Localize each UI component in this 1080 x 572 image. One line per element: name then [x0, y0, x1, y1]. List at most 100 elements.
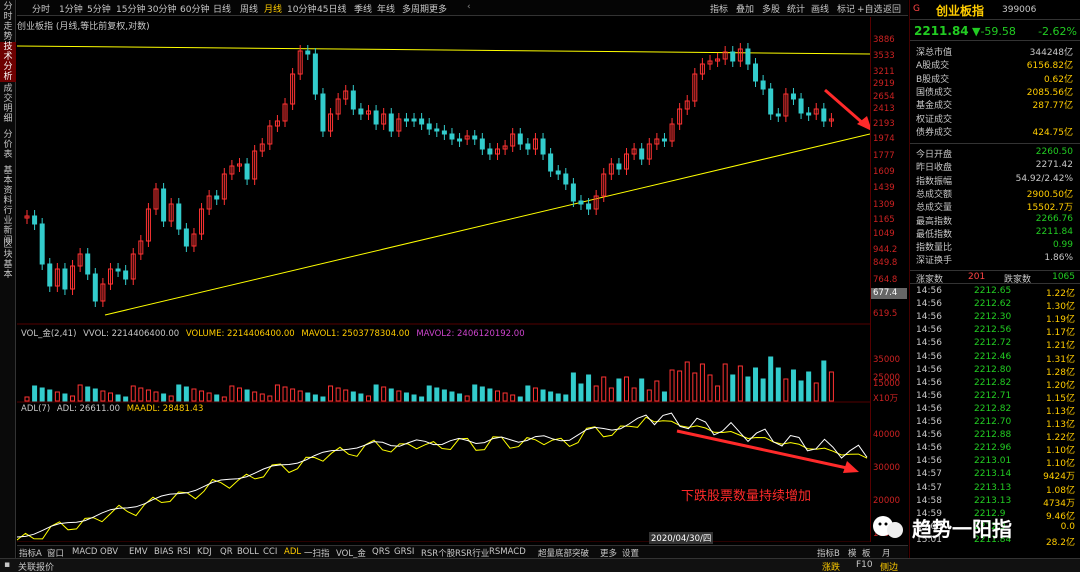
candle-body: [320, 93, 326, 132]
indicator-tab-11[interactable]: ADL: [284, 547, 301, 557]
quote-row: 最高指数 2266.76: [910, 214, 1080, 227]
indicator-tab-18[interactable]: RSMACD: [489, 547, 526, 557]
quote-row-label: A股成交: [916, 61, 950, 72]
indicator-tab-2[interactable]: MACD: [72, 547, 97, 557]
sidebar-item-2[interactable]: 成交明细: [0, 84, 16, 128]
volume-bar: [199, 390, 205, 402]
volume-bar: [760, 378, 766, 402]
tick-row: 14:56 2212.65 1.22亿: [910, 286, 1080, 299]
period-10[interactable]: 45日线: [317, 2, 346, 15]
volume-bar: [236, 387, 242, 402]
quote-row: 最低指数 2211.84: [910, 227, 1080, 240]
volume-bar: [312, 394, 318, 402]
volume-bar: [320, 396, 326, 402]
status-side[interactable]: 侧边: [880, 560, 898, 572]
quote-row: 昨日收盘 2271.42: [910, 160, 1080, 173]
candle-body: [540, 138, 546, 155]
tool-7[interactable]: 返回: [883, 2, 901, 15]
volume-bar: [343, 389, 349, 402]
period-13[interactable]: 多周期: [402, 2, 429, 15]
indicator-tab-14[interactable]: QRS: [372, 547, 390, 557]
volume-bar: [229, 385, 235, 402]
tool-6[interactable]: +自选: [857, 2, 883, 15]
period-12[interactable]: 年线: [377, 2, 395, 15]
volume-bar: [798, 380, 804, 402]
index-code: 399006: [1002, 5, 1037, 15]
indicator-tab-6[interactable]: RSI: [177, 547, 191, 557]
volume-bar: [176, 384, 182, 402]
volume-bar: [153, 391, 159, 402]
price-tick: 1439: [873, 183, 895, 193]
indicator-tab-4[interactable]: EMV: [129, 547, 148, 557]
chart-area[interactable]: 创业板指 (月线,等比前复权,对数) VOL_金(2,41) VVOL: 221…: [17, 17, 870, 561]
tool-1[interactable]: 叠加: [736, 2, 754, 15]
tool-0[interactable]: 指标: [710, 2, 728, 15]
candle-body: [403, 118, 409, 122]
period-11[interactable]: 季线: [354, 2, 372, 15]
candle-body: [768, 88, 774, 115]
quote-row-label: 债券成交: [916, 127, 953, 138]
period-6[interactable]: 日线: [213, 2, 231, 15]
status-change[interactable]: 涨跌: [822, 560, 840, 572]
tick-volume: 1.10亿: [1045, 459, 1075, 470]
candle-body: [32, 215, 38, 225]
tool-3[interactable]: 统计: [787, 2, 805, 15]
indicator-tab-9[interactable]: BOLL: [237, 547, 259, 557]
tick-price: 2212.80: [974, 364, 1012, 375]
period-7[interactable]: 周线: [240, 2, 258, 15]
period-9[interactable]: 10分钟: [287, 2, 316, 15]
period-2[interactable]: 5分钟: [87, 2, 111, 15]
tick-time: 14:56: [916, 456, 942, 467]
quote-row: A股成交 6156.82亿: [910, 58, 1080, 71]
volume-bar: [328, 385, 334, 402]
sidebar-item-6[interactable]: 区块基本: [0, 240, 16, 280]
period-0[interactable]: 分时: [32, 2, 50, 15]
volume-bar: [578, 383, 584, 402]
tool-2[interactable]: 多股: [762, 2, 780, 15]
volume-bar: [570, 372, 576, 402]
volume-bar: [115, 394, 121, 402]
chevron-left-icon[interactable]: ‹: [467, 2, 471, 12]
price-tick: 3533: [873, 51, 895, 61]
candle-body: [821, 108, 827, 122]
kline-chart[interactable]: [17, 17, 870, 542]
tool-5[interactable]: 标记: [837, 2, 855, 15]
indicator-tab-5[interactable]: BIAS: [154, 547, 174, 557]
volume-bar: [411, 394, 417, 402]
period-5[interactable]: 60分钟: [180, 2, 209, 15]
indicator-tab-3[interactable]: OBV: [100, 547, 118, 557]
quote-row-value: 0.62亿: [1043, 74, 1073, 85]
period-1[interactable]: 1分钟: [59, 2, 83, 15]
sidebar-item-1[interactable]: 技术分析: [0, 42, 16, 82]
volume-bar: [92, 388, 98, 402]
indicator-tab-15[interactable]: GRSI: [394, 547, 414, 557]
volume-bar: [464, 395, 470, 402]
status-f10[interactable]: F10: [856, 560, 873, 570]
related-quote[interactable]: 关联报价: [18, 560, 54, 572]
up-count-label: 涨家数: [916, 275, 944, 285]
period-4[interactable]: 30分钟: [147, 2, 176, 15]
indicator-tab-8[interactable]: QR: [220, 547, 233, 557]
tick-row: 14:56 2212.62 1.30亿: [910, 299, 1080, 312]
sidebar-item-4[interactable]: 基本资料: [0, 166, 16, 206]
sidebar-item-3[interactable]: 分价表: [0, 130, 16, 164]
price-tick: 1165: [873, 215, 895, 225]
period-3[interactable]: 15分钟: [116, 2, 145, 15]
indicator-tab-7[interactable]: KDJ: [197, 547, 212, 557]
volume-bar: [396, 390, 402, 402]
volume-bar: [639, 378, 645, 402]
volume-bar: [434, 387, 440, 402]
quote-row: 深总市值 344248亿: [910, 45, 1080, 58]
period-8[interactable]: 月线: [264, 2, 282, 15]
tick-volume: 1.13亿: [1045, 406, 1075, 417]
sidebar-item-0[interactable]: 分时走势: [0, 2, 16, 42]
volume-bar: [206, 392, 212, 402]
sidebar-item-5[interactable]: 行业新闻: [0, 206, 16, 246]
quote-row-value: 287.77亿: [1032, 101, 1074, 112]
period-14[interactable]: 更多: [429, 2, 447, 15]
tick-row: 14:57 2213.13 1.08亿: [910, 483, 1080, 496]
quote-row-label: 权证成交: [916, 114, 953, 125]
candle-body: [176, 203, 182, 230]
indicator-tab-10[interactable]: CCI: [263, 547, 277, 557]
tool-4[interactable]: 画线: [811, 2, 829, 15]
